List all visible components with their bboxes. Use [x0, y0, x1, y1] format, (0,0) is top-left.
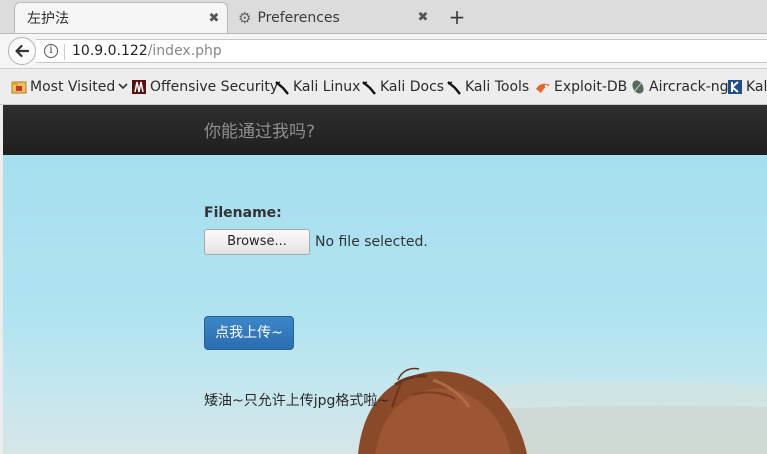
tab-label: Preferences	[257, 9, 340, 26]
bookmark-label: Most Visited	[30, 78, 116, 95]
tab-preferences[interactable]: ⚙ Preferences ✖	[232, 2, 436, 33]
aircrack-icon	[630, 79, 646, 95]
hero-background: Filename: Browse... No file selected. 点我…	[3, 155, 767, 454]
kali-k-icon	[727, 79, 743, 95]
bookmark-kali-linux[interactable]: Kali Linux	[274, 69, 360, 104]
tab-label: 左护法	[27, 11, 69, 27]
offsec-icon	[131, 79, 147, 95]
bookmarks-toolbar: Most Visited Offensive Security Kali Lin…	[0, 69, 767, 105]
bookmark-aircrack-ng[interactable]: Aircrack-ng	[630, 69, 729, 104]
bookmark-exploit-db[interactable]: Exploit-DB	[535, 69, 627, 104]
bookmark-label: Kali Linux	[293, 78, 361, 95]
bookmark-label: Offensive Security	[150, 78, 279, 95]
chevron-down-icon	[118, 79, 128, 95]
kali-dragon-icon	[361, 79, 377, 95]
url-host: 10.9.0.122	[72, 43, 148, 59]
bookmark-offensive-security[interactable]: Offensive Security	[131, 69, 278, 104]
file-status-text: No file selected.	[315, 234, 428, 250]
upload-button[interactable]: 点我上传~	[204, 316, 294, 350]
back-arrow-icon	[15, 44, 30, 58]
browse-button[interactable]: Browse...	[204, 229, 310, 255]
gear-icon: ⚙	[238, 8, 252, 27]
tab-active[interactable]: 左护法 ✖	[14, 2, 228, 33]
filename-label: Filename:	[204, 205, 282, 221]
info-icon[interactable]: i	[44, 44, 58, 58]
bookmark-label: Aircrack-ng	[649, 78, 729, 95]
tab-strip: 左护法 ✖ ⚙ Preferences ✖ +	[0, 0, 767, 34]
upload-hint-text: 矮油~只允许上传jpg格式啦~	[204, 393, 390, 409]
bookmark-most-visited[interactable]: Most Visited	[11, 69, 128, 104]
folder-icon	[11, 79, 27, 95]
bookmark-label: Kali	[746, 78, 767, 95]
bookmark-label: Exploit-DB	[554, 78, 628, 95]
bookmark-label: Kali Docs	[380, 78, 445, 95]
exploit-db-icon	[535, 79, 551, 95]
back-button[interactable]	[8, 37, 36, 65]
bookmark-label: Kali Tools	[465, 78, 530, 95]
url-bar[interactable]: i 10.9.0.122/index.php	[36, 39, 767, 63]
page-viewport: 你能通过我吗? Filename: Browse... No file sele…	[3, 105, 767, 454]
close-tab-icon[interactable]: ✖	[414, 10, 432, 25]
navigation-toolbar: i 10.9.0.122/index.php	[0, 34, 767, 69]
bookmark-kali-tools[interactable]: Kali Tools	[446, 69, 529, 104]
divider	[64, 44, 65, 60]
new-tab-button[interactable]: +	[446, 4, 468, 30]
kali-dragon-icon	[446, 79, 462, 95]
close-tab-icon[interactable]: ✖	[205, 11, 223, 26]
url-text: 10.9.0.122/index.php	[72, 40, 222, 62]
kali-dragon-icon	[274, 79, 290, 95]
bookmark-kali-docs[interactable]: Kali Docs	[361, 69, 444, 104]
bookmark-kali[interactable]: Kali	[727, 69, 767, 104]
site-header: 你能通过我吗?	[3, 105, 767, 155]
site-brand[interactable]: 你能通过我吗?	[204, 117, 315, 142]
url-path: /index.php	[147, 43, 222, 59]
